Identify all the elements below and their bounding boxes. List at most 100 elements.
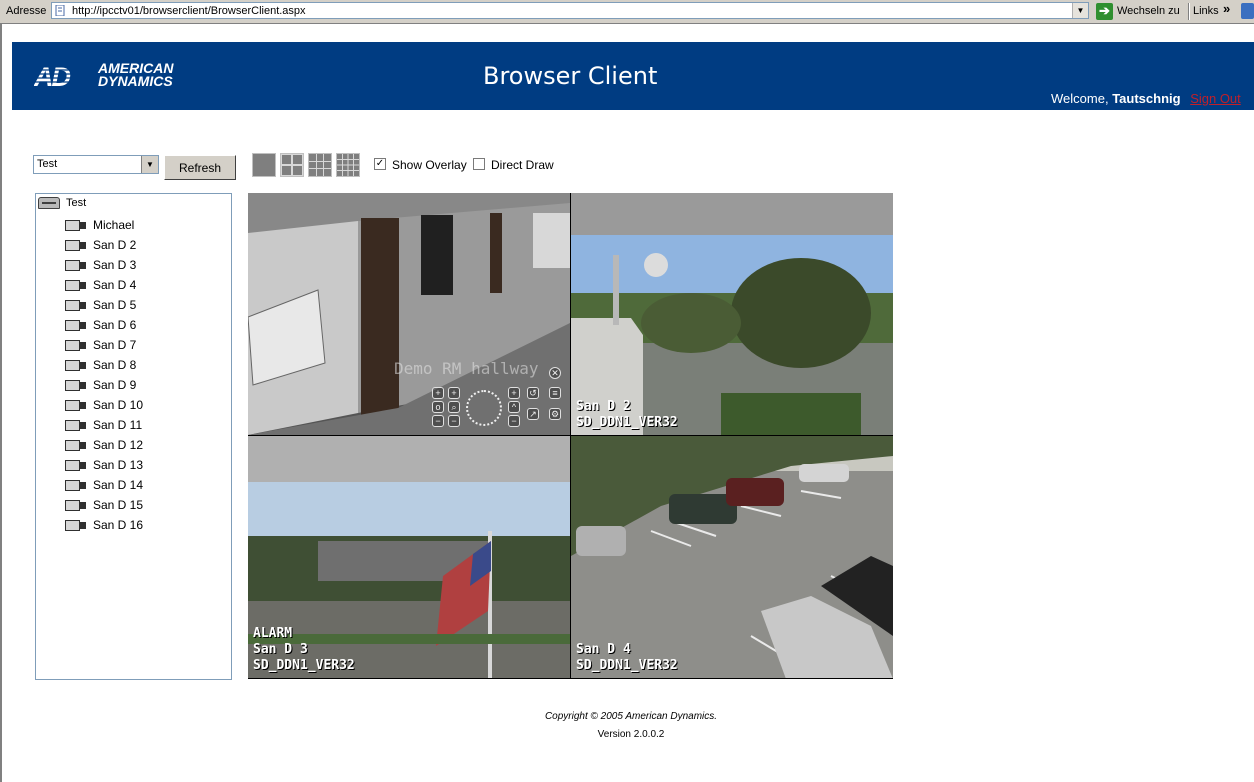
show-overlay-label: Show Overlay bbox=[392, 158, 467, 172]
settings-icon[interactable]: ⚙ bbox=[549, 408, 561, 420]
iris-open-icon[interactable]: + bbox=[448, 387, 460, 399]
magnify-icon[interactable]: ⌕ bbox=[448, 401, 460, 413]
layout-4x4-button[interactable] bbox=[336, 153, 360, 177]
tree-camera-label: San D 10 bbox=[93, 398, 144, 412]
tree-root[interactable]: Test bbox=[38, 197, 86, 209]
iris-close-icon[interactable]: − bbox=[448, 415, 460, 427]
tree-camera-label: San D 12 bbox=[93, 438, 144, 452]
tree-camera-item[interactable]: San D 6 bbox=[65, 317, 136, 333]
zoom-in-icon[interactable]: + bbox=[432, 387, 444, 399]
tree-camera-item[interactable]: San D 14 bbox=[65, 477, 143, 493]
window-edge bbox=[0, 24, 2, 782]
grid-3x3-icon bbox=[309, 154, 331, 176]
tree-camera-item[interactable]: Michael bbox=[65, 217, 134, 233]
video-grid: Demo RM hallway + o − + ⌕ − + ^ − ✕ ↺ ↗ … bbox=[248, 193, 893, 679]
layout-2x2-button[interactable] bbox=[280, 153, 304, 177]
video-cell-1[interactable]: Demo RM hallway + o − + ⌕ − + ^ − ✕ ↺ ↗ … bbox=[248, 193, 570, 435]
show-overlay-checkbox[interactable]: ✓ bbox=[374, 158, 386, 170]
toolbar-icon[interactable] bbox=[1241, 3, 1254, 19]
footer-version: Version 2.0.0.2 bbox=[597, 729, 665, 740]
tree-camera-item[interactable]: San D 12 bbox=[65, 437, 143, 453]
address-dropdown-icon[interactable]: ▼ bbox=[1072, 3, 1088, 18]
layout-1x1-button[interactable] bbox=[252, 153, 276, 177]
tree-camera-label: San D 9 bbox=[93, 378, 137, 392]
mountain-icon[interactable]: ^ bbox=[508, 401, 520, 413]
sign-out-link[interactable]: Sign Out bbox=[1190, 91, 1241, 106]
direct-draw-label: Direct Draw bbox=[491, 158, 554, 172]
tree-camera-label: San D 14 bbox=[93, 478, 144, 492]
tree-camera-item[interactable]: San D 9 bbox=[65, 377, 136, 393]
tree-camera-label: San D 15 bbox=[93, 498, 144, 512]
camera-icon bbox=[65, 359, 87, 372]
go-button[interactable]: ➔ Wechseln zu bbox=[1096, 2, 1180, 20]
tree-camera-item[interactable]: San D 10 bbox=[65, 397, 143, 413]
camera-icon bbox=[65, 319, 87, 332]
browser-address-bar: Adresse http://ipcctv01/browserclient/Br… bbox=[0, 0, 1254, 24]
american-dynamics-logo: AD AMERICAN DYNAMICS bbox=[34, 60, 174, 90]
tree-camera-label: San D 5 bbox=[93, 298, 137, 312]
grid-4x4-icon bbox=[337, 154, 359, 176]
camera-tree[interactable]: Test Michael San D 2 San D 3 San D 4 San D 5… bbox=[35, 193, 232, 680]
chevron-right-icon[interactable]: » bbox=[1223, 1, 1230, 16]
tree-camera-label: San D 4 bbox=[93, 278, 137, 292]
video-cell-3[interactable]: ALARM San D 3 SD_DDN1_VER32 bbox=[248, 436, 570, 678]
pan-tilt-ring-icon[interactable] bbox=[466, 390, 502, 426]
camera-icon bbox=[65, 379, 87, 392]
camera-icon bbox=[65, 459, 87, 472]
svg-text:DYNAMICS: DYNAMICS bbox=[98, 73, 173, 89]
layout-3x3-button[interactable] bbox=[308, 153, 332, 177]
address-label: Adresse bbox=[6, 5, 47, 17]
tree-camera-item[interactable]: San D 15 bbox=[65, 497, 143, 513]
tree-camera-label: San D 2 bbox=[93, 238, 137, 252]
tree-camera-label: San D 7 bbox=[93, 338, 137, 352]
menu-icon[interactable]: ≡ bbox=[549, 387, 561, 399]
direct-draw-checkbox[interactable] bbox=[473, 158, 485, 170]
tree-camera-item[interactable]: San D 5 bbox=[65, 297, 136, 313]
tree-camera-label: San D 16 bbox=[93, 518, 144, 532]
camera-icon bbox=[65, 339, 87, 352]
server-icon bbox=[38, 197, 60, 209]
username: Tautschnig bbox=[1112, 91, 1181, 106]
tree-camera-item[interactable]: San D 3 bbox=[65, 257, 136, 273]
tree-camera-label: Michael bbox=[93, 218, 135, 232]
address-input[interactable]: http://ipcctv01/browserclient/BrowserCli… bbox=[51, 2, 1089, 19]
pattern-icon[interactable]: ↗ bbox=[527, 408, 539, 420]
camera-overlay-3: ALARM San D 3 SD_DDN1_VER32 bbox=[253, 626, 355, 673]
site-select[interactable]: Test ▼ bbox=[33, 155, 159, 174]
video-cell-2[interactable]: San D 2 SD_DDN1_VER32 bbox=[571, 193, 893, 435]
links-toolbar[interactable]: Links bbox=[1193, 5, 1219, 17]
close-icon[interactable]: ✕ bbox=[549, 367, 561, 379]
camera-icon bbox=[65, 259, 87, 272]
camera-icon bbox=[65, 219, 87, 232]
tree-camera-item[interactable]: San D 11 bbox=[65, 417, 142, 433]
focus-icon[interactable]: o bbox=[432, 401, 444, 413]
tree-camera-item[interactable]: San D 2 bbox=[65, 237, 136, 253]
camera-overlay-4: San D 4 SD_DDN1_VER32 bbox=[576, 642, 678, 673]
tree-camera-item[interactable]: San D 7 bbox=[65, 337, 136, 353]
focus-far-icon[interactable]: − bbox=[508, 415, 520, 427]
address-url: http://ipcctv01/browserclient/BrowserCli… bbox=[72, 5, 306, 17]
preset-icon[interactable]: ↺ bbox=[527, 387, 539, 399]
camera-icon bbox=[65, 399, 87, 412]
video-cell-4[interactable]: San D 4 SD_DDN1_VER32 bbox=[571, 436, 893, 678]
tree-camera-item[interactable]: San D 4 bbox=[65, 277, 136, 293]
svg-text:AD: AD bbox=[34, 62, 70, 90]
camera-icon bbox=[65, 499, 87, 512]
header-banner: AD AMERICAN DYNAMICS Browser Client Welc… bbox=[12, 42, 1254, 110]
tree-camera-item[interactable]: San D 13 bbox=[65, 457, 143, 473]
camera-icon bbox=[65, 519, 87, 532]
go-label: Wechseln zu bbox=[1117, 5, 1180, 17]
welcome-prefix: Welcome, bbox=[1051, 91, 1109, 106]
camera-icon bbox=[65, 299, 87, 312]
focus-near-icon[interactable]: + bbox=[508, 387, 520, 399]
refresh-button[interactable]: Refresh bbox=[164, 155, 236, 180]
tree-camera-label: San D 6 bbox=[93, 318, 137, 332]
tree-camera-label: San D 11 bbox=[93, 418, 143, 432]
camera-overlay-2: San D 2 SD_DDN1_VER32 bbox=[576, 399, 678, 430]
chevron-down-icon[interactable]: ▼ bbox=[141, 156, 158, 173]
footer-copyright: Copyright © 2005 American Dynamics. bbox=[544, 711, 718, 722]
tree-camera-item[interactable]: San D 8 bbox=[65, 357, 136, 373]
zoom-out-icon[interactable]: − bbox=[432, 415, 444, 427]
welcome-text: Welcome, Tautschnig Sign Out bbox=[1051, 91, 1241, 106]
tree-camera-item[interactable]: San D 16 bbox=[65, 517, 143, 533]
